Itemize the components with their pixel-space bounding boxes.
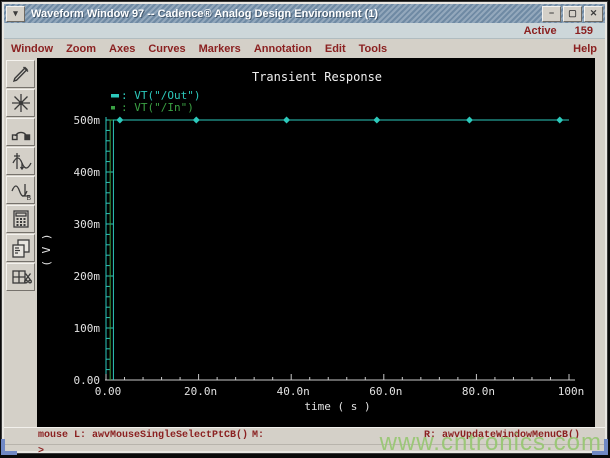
active-count: 159	[574, 24, 593, 37]
main-content: B 0.00 100m 200m 300m 400m 500m 0.00 20.…	[4, 58, 605, 427]
waveform-canvas[interactable]: 0.00 100m 200m 300m 400m 500m 0.00 20.0n 40.0n 60…	[37, 58, 595, 427]
minimize-icon: −	[548, 8, 555, 18]
calculator-button[interactable]	[6, 205, 35, 233]
menu-help[interactable]: Help	[573, 43, 597, 55]
transient-response-chart: 0.00100m200m300m400m500m0.00 20.0n 40.0n 60…	[40, 70, 585, 413]
pen-tool-button[interactable]	[6, 60, 35, 88]
menu-annotation[interactable]: Annotation	[254, 43, 312, 55]
svg-text:400m: 400m	[74, 166, 101, 179]
left-toolbar: B	[4, 58, 37, 427]
resize-handle-bottom-right[interactable]	[592, 439, 608, 455]
maximize-button[interactable]: ▢	[563, 5, 582, 22]
menu-tools[interactable]: Tools	[359, 43, 388, 55]
copy-window-icon	[11, 239, 30, 258]
menu-curves[interactable]: Curves	[148, 43, 185, 55]
zoom-fit-icon	[11, 94, 30, 112]
maximize-icon: ▢	[568, 8, 577, 18]
svg-text:0.00: 0.00	[95, 385, 122, 398]
probe-button[interactable]	[6, 118, 35, 146]
svg-text:( V ): ( V )	[40, 233, 53, 266]
svg-text:: VT("/In"): : VT("/In")	[121, 101, 194, 114]
calc-wave-icon: B	[10, 184, 31, 201]
menu-zoom[interactable]: Zoom	[66, 43, 96, 55]
svg-text:20.0n: 20.0n	[184, 385, 217, 398]
menu-bar: Window Zoom Axes Curves Markers Annotati…	[4, 39, 605, 58]
menu-markers[interactable]: Markers	[199, 43, 241, 55]
mouse-middle-binding: M:	[252, 430, 265, 441]
svg-text:200m: 200m	[74, 270, 101, 283]
svg-text:time ( s ): time ( s )	[304, 400, 370, 413]
watermark-text: www.cntronics.com	[379, 429, 602, 456]
sweep-wave-icon	[11, 153, 32, 171]
svg-text:300m: 300m	[74, 218, 101, 231]
prompt-symbol: >	[38, 446, 45, 457]
menu-axes[interactable]: Axes	[109, 43, 135, 55]
zoom-fit-button[interactable]	[6, 89, 35, 117]
window-menu-button[interactable]: ▾	[6, 5, 25, 22]
svg-text:60.0n: 60.0n	[369, 385, 402, 398]
sweep-wave-button[interactable]	[6, 147, 35, 175]
close-icon: ✕	[589, 8, 598, 18]
svg-text:100m: 100m	[74, 322, 101, 335]
menu-edit[interactable]: Edit	[325, 43, 346, 55]
mouse-left-binding: mouse L: awvMouseSingleSelectPtCB()	[38, 430, 249, 441]
probe-icon	[11, 131, 30, 141]
svg-text:Transient Response: Transient Response	[252, 70, 382, 84]
svg-text:40.0n: 40.0n	[277, 385, 310, 398]
pen-icon	[12, 66, 28, 83]
svg-text:B: B	[26, 195, 31, 201]
copy-window-button[interactable]	[6, 234, 35, 262]
svg-text:80.0n: 80.0n	[462, 385, 495, 398]
menu-window[interactable]: Window	[11, 43, 53, 55]
active-status-row: Active 159	[4, 23, 605, 39]
title-bar[interactable]: ▾ Waveform Window 97 -- Cadence® Analog …	[4, 4, 605, 23]
active-label: Active	[523, 24, 557, 37]
window-title: Waveform Window 97 -- Cadence® Analog De…	[31, 7, 379, 20]
application-window: ▾ Waveform Window 97 -- Cadence® Analog …	[1, 1, 608, 457]
waveform-window-screenshot: ▾ Waveform Window 97 -- Cadence® Analog …	[0, 0, 610, 458]
split-window-icon	[11, 270, 32, 284]
calc-wave-button[interactable]: B	[6, 176, 35, 204]
chevron-down-icon: ▾	[13, 8, 18, 18]
minimize-button[interactable]: −	[542, 5, 561, 22]
close-button[interactable]: ✕	[584, 5, 603, 22]
svg-text:100n: 100n	[558, 385, 585, 398]
resize-handle-bottom-left[interactable]	[1, 439, 17, 455]
split-window-button[interactable]	[6, 263, 35, 291]
svg-text:500m: 500m	[74, 114, 101, 127]
calculator-icon	[12, 210, 29, 228]
